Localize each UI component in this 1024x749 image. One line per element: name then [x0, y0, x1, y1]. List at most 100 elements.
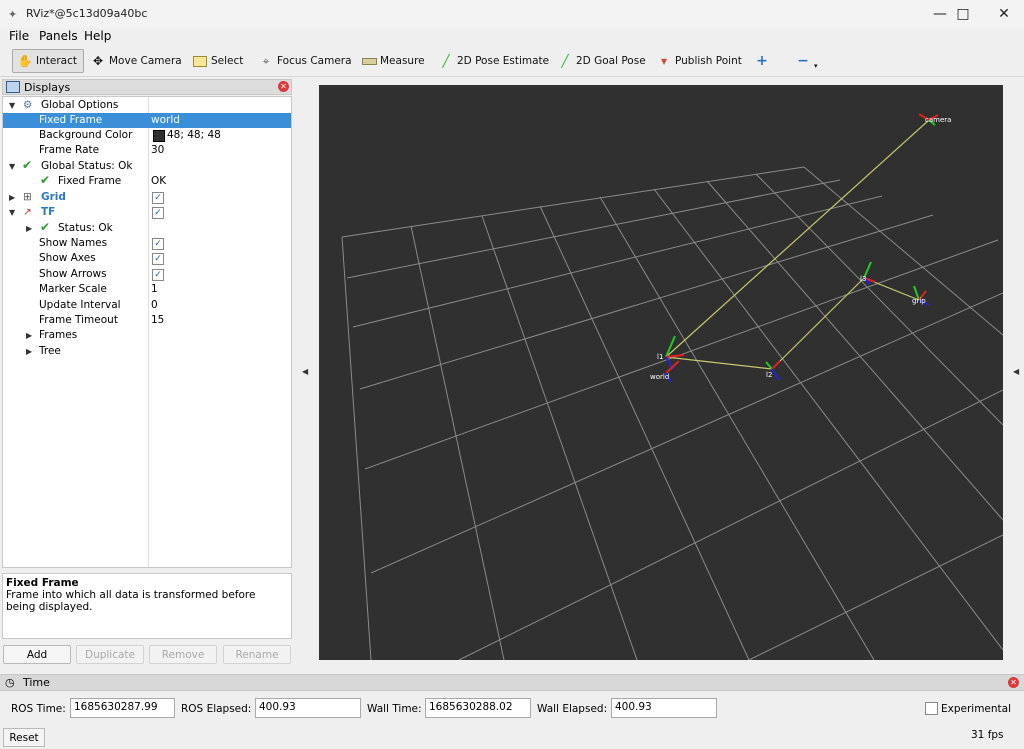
displays-tree: ▼ ⚙ Global Options Fixed Frame world Bac…: [2, 96, 292, 568]
ros-time-field[interactable]: 1685630287.99: [70, 698, 175, 718]
marker-scale-value[interactable]: 1: [151, 282, 158, 297]
interact-label: Interact: [36, 55, 77, 67]
reset-button[interactable]: Reset: [3, 728, 45, 747]
axes-icon: ↗: [23, 206, 32, 218]
render-viewport[interactable]: camera l1 world l2 l3 grip: [319, 85, 1004, 661]
tree-row-grid[interactable]: ▶ ⊞ Grid ✓: [3, 190, 291, 205]
tree-row-global-status[interactable]: ▼ ✔ Global Status: Ok: [3, 158, 291, 174]
tf-enabled-checkbox[interactable]: ✓: [152, 207, 164, 219]
wall-time-field[interactable]: 1685630288.02: [425, 698, 531, 718]
frame-timeout-value[interactable]: 15: [151, 313, 164, 328]
green-arrow-icon: ╱: [561, 54, 569, 68]
tree-row-frame-rate[interactable]: Frame Rate 30: [3, 143, 291, 158]
focus-camera-label: Focus Camera: [277, 55, 352, 67]
collapse-left-icon[interactable]: ◀: [302, 367, 308, 376]
move-camera-icon: ✥: [92, 54, 104, 68]
menu-panels[interactable]: Panels: [39, 29, 78, 43]
tree-row-show-axes[interactable]: Show Axes ✓: [3, 251, 291, 266]
frame-rate-value[interactable]: 30: [151, 143, 164, 158]
tree-row-fixed-frame-status[interactable]: ✔ Fixed Frame OK: [3, 173, 291, 189]
add-display-button[interactable]: Add: [3, 645, 71, 664]
collapse-right-icon[interactable]: ◀: [1013, 367, 1019, 376]
select-tool[interactable]: Select: [188, 49, 247, 73]
menu-file[interactable]: File: [9, 29, 29, 43]
measure-tool[interactable]: Measure: [357, 49, 429, 73]
frame-label-l1: l1: [657, 353, 663, 361]
gear-icon: ⚙: [23, 99, 33, 111]
tree-label: Show Arrows: [39, 268, 107, 280]
ros-elapsed-field[interactable]: 400.93: [255, 698, 361, 718]
remove-display-button[interactable]: Remove: [149, 645, 217, 664]
fixed-frame-value[interactable]: world: [151, 113, 180, 128]
close-panel-icon[interactable]: ✕: [278, 81, 289, 92]
tree-label: Background Color: [39, 129, 133, 141]
ruler-icon: [361, 54, 377, 68]
window-title: RViz*@5c13d09a40bc: [26, 7, 148, 20]
rename-display-button[interactable]: Rename: [223, 645, 291, 664]
time-panel-header: ◷ Time ✕: [0, 674, 1024, 691]
goal-pose-tool[interactable]: ╱ 2D Goal Pose: [553, 49, 650, 73]
tree-row-show-arrows[interactable]: Show Arrows ✓: [3, 267, 291, 282]
close-panel-icon[interactable]: ✕: [1008, 677, 1019, 688]
background-color-value[interactable]: 48; 48; 48: [167, 128, 221, 143]
show-arrows-checkbox[interactable]: ✓: [152, 269, 164, 281]
tree-label: Show Names: [39, 237, 108, 249]
ok-check-icon: ✔: [40, 220, 51, 234]
displays-panel-header: Displays ✕: [2, 79, 292, 95]
description-text: Frame into which all data is transformed…: [6, 589, 256, 613]
tree-row-show-names[interactable]: Show Names ✓: [3, 236, 291, 251]
remove-tool-button[interactable]: − ▾: [791, 49, 822, 73]
3d-scene[interactable]: camera l1 world l2 l3 grip: [319, 85, 1004, 661]
expand-arrow-icon[interactable]: ▼: [9, 98, 15, 113]
show-names-checkbox[interactable]: ✓: [152, 238, 164, 250]
status-value: OK: [151, 175, 167, 187]
publish-point-tool[interactable]: ▾ Publish Point: [652, 49, 746, 73]
collapse-arrow-icon[interactable]: ▶: [9, 190, 15, 205]
tree-row-tf-status[interactable]: ▶ ✔ Status: Ok: [3, 220, 291, 236]
focus-camera-tool[interactable]: ⌖ Focus Camera: [254, 49, 356, 73]
collapse-arrow-icon[interactable]: ▶: [26, 344, 32, 359]
frame-label-l2: l2: [766, 371, 772, 379]
color-swatch[interactable]: [153, 130, 165, 142]
tree-row-marker-scale[interactable]: Marker Scale 1: [3, 282, 291, 297]
interact-tool[interactable]: ✋ Interact: [12, 49, 84, 73]
tree-row-global-options[interactable]: ▼ ⚙ Global Options: [3, 98, 291, 113]
tree-label: Show Axes: [39, 252, 96, 264]
tree-row-tf[interactable]: ▼ ↗ TF ✓: [3, 205, 291, 220]
move-camera-tool[interactable]: ✥ Move Camera: [86, 49, 186, 73]
ok-check-icon: ✔: [40, 173, 51, 187]
tree-label: Frames: [39, 329, 78, 341]
pose-estimate-tool[interactable]: ╱ 2D Pose Estimate: [434, 49, 553, 73]
wall-elapsed-field[interactable]: 400.93: [611, 698, 717, 718]
menu-help[interactable]: Help: [84, 29, 111, 43]
close-window-button[interactable]: ✕: [981, 0, 1024, 28]
maximize-button[interactable]: □: [940, 0, 986, 28]
tree-label: Status: Ok: [58, 222, 113, 234]
tree-row-frame-timeout[interactable]: Frame Timeout 15: [3, 313, 291, 328]
publish-point-label: Publish Point: [675, 55, 742, 67]
tree-row-background-color[interactable]: Background Color 48; 48; 48: [3, 128, 291, 143]
collapse-arrow-icon[interactable]: ▶: [26, 328, 32, 343]
expand-arrow-icon[interactable]: ▼: [9, 159, 15, 174]
add-tool-button[interactable]: +: [750, 49, 777, 73]
wall-elapsed-label: Wall Elapsed:: [537, 703, 608, 715]
experimental-checkbox[interactable]: [925, 702, 938, 715]
tree-row-frames[interactable]: ▶ Frames: [3, 328, 291, 343]
tree-row-fixed-frame[interactable]: Fixed Frame world: [3, 113, 291, 128]
pose-estimate-label: 2D Pose Estimate: [457, 55, 550, 67]
collapse-arrow-icon[interactable]: ▶: [26, 221, 32, 236]
tree-row-tree[interactable]: ▶ Tree: [3, 344, 291, 359]
plus-icon: +: [756, 53, 768, 69]
menu-bar: File Panels Help: [0, 28, 1024, 46]
grid-enabled-checkbox[interactable]: ✓: [152, 192, 164, 204]
app-icon: ✦: [8, 8, 18, 21]
ros-elapsed-label: ROS Elapsed:: [181, 703, 252, 715]
duplicate-display-button[interactable]: Duplicate: [76, 645, 144, 664]
focus-camera-icon: ⌖: [262, 53, 270, 68]
show-axes-checkbox[interactable]: ✓: [152, 253, 164, 265]
update-interval-value[interactable]: 0: [151, 298, 158, 313]
tree-label: Frame Timeout: [39, 314, 118, 326]
expand-arrow-icon[interactable]: ▼: [9, 205, 15, 220]
tree-label: Global Status: Ok: [41, 160, 133, 172]
tree-row-update-interval[interactable]: Update Interval 0: [3, 298, 291, 313]
